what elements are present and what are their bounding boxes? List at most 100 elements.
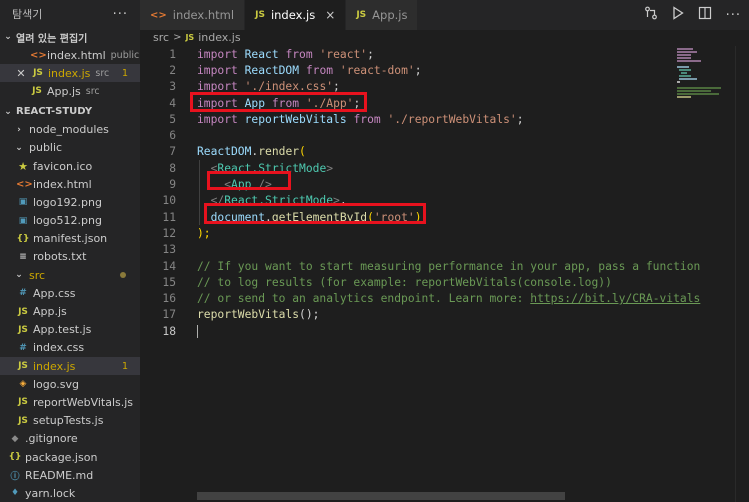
tree-label: node_modules [29, 123, 109, 137]
git-file-icon: ◆ [11, 433, 19, 444]
tree-file[interactable]: JS setupTests.js [0, 412, 140, 430]
html-file-icon: <> [16, 178, 33, 190]
code-line: 15 // to log results (for example: repor… [140, 274, 670, 290]
tree-label: robots.txt [33, 250, 87, 264]
tree-file[interactable]: ◈ logo.svg [0, 375, 140, 393]
line-number: 6 [169, 129, 176, 143]
tree-file[interactable]: {} package.json [0, 448, 140, 466]
minimap[interactable] [675, 46, 735, 146]
line-number: 5 [169, 112, 176, 126]
js-file-icon: JS [32, 86, 42, 97]
tree-file[interactable]: JS App.test.js [0, 321, 140, 339]
tree-label: favicon.ico [33, 159, 93, 173]
tree-label: yarn.lock [25, 486, 76, 500]
token: reportWebVitals [244, 112, 347, 126]
tree-folder[interactable]: ⌄ src [0, 266, 140, 284]
token: from [285, 47, 313, 61]
token: import [197, 47, 238, 61]
code-line: 7 ReactDOM.render( [140, 144, 670, 160]
problem-count-badge: 1 [121, 360, 128, 372]
tree-file[interactable]: ♦ yarn.lock [0, 484, 140, 502]
tree-label: App.css [33, 286, 76, 300]
open-changes-icon[interactable] [644, 6, 658, 24]
code-line: 16 // or send to an analytics endpoint. … [140, 290, 700, 306]
tree-file[interactable]: <> index.html [0, 175, 140, 193]
editor-actions: ··· [644, 0, 741, 30]
line-number: 11 [162, 210, 176, 224]
image-file-icon: ▣ [18, 197, 28, 208]
breadcrumb-file[interactable]: index.js [198, 31, 240, 44]
close-tab-icon[interactable]: × [325, 8, 335, 22]
breadcrumb-separator: > [173, 31, 182, 43]
tree-file[interactable]: ◆ .gitignore [0, 430, 140, 448]
tree-file[interactable]: # index.css [0, 339, 140, 357]
highlight-box-app-tag [207, 171, 291, 190]
line-number: 8 [169, 161, 176, 175]
token: ; [516, 112, 524, 126]
line-number: 18 [162, 324, 176, 338]
text-cursor [197, 324, 198, 338]
tree-folder[interactable]: ⌄ public [0, 139, 140, 157]
line-number: 14 [162, 259, 176, 273]
open-editor-item[interactable]: JS App.js src [0, 82, 140, 100]
css-file-icon: # [19, 342, 27, 353]
explorer-header: 탐색기 ··· [0, 0, 140, 28]
token: ); [197, 226, 211, 240]
tree-label: src [29, 268, 46, 282]
chevron-right-icon: › [17, 124, 21, 135]
line-number: 1 [169, 47, 176, 61]
js-file-icon: JS [356, 10, 367, 20]
css-file-icon: # [19, 288, 27, 299]
run-icon[interactable] [672, 6, 684, 24]
tree-file[interactable]: JS App.js [0, 302, 140, 320]
editor-area: <> index.html JS index.js × JS App.js ··… [140, 0, 749, 502]
tab-index-js[interactable]: JS index.js × [245, 0, 347, 30]
tree-file[interactable]: ▣ logo192.png [0, 193, 140, 211]
json-file-icon: {} [16, 233, 30, 244]
comment-link[interactable]: https://bit.ly/CRA-vitals [530, 292, 700, 305]
tree-file[interactable]: ≡ robots.txt [0, 248, 140, 266]
tree-file[interactable]: {} manifest.json [0, 230, 140, 248]
image-file-icon: ▣ [18, 215, 28, 226]
token: from [305, 63, 334, 77]
token: React [244, 47, 279, 61]
split-editor-icon[interactable] [698, 6, 712, 24]
tree-file[interactable]: ★ favicon.ico [0, 157, 140, 175]
line-number: 17 [162, 308, 176, 322]
tree-file[interactable]: ▣ logo512.png [0, 212, 140, 230]
comment: // or send to an analytics endpoint. Lea… [197, 292, 531, 306]
star-icon: ★ [18, 159, 28, 173]
close-icon[interactable]: ✕ [14, 67, 28, 80]
tree-file[interactable]: JS reportWebVitals.js [0, 393, 140, 411]
token: from [353, 112, 381, 126]
tab-label: index.html [172, 8, 235, 22]
tree-folder[interactable]: › node_modules [0, 121, 140, 139]
more-actions-icon[interactable]: ··· [113, 7, 128, 22]
vertical-scrollbar[interactable] [735, 46, 749, 502]
more-actions-icon[interactable]: ··· [726, 8, 741, 23]
line-number: 3 [169, 80, 176, 94]
js-file-icon: JS [18, 306, 28, 317]
code-editor[interactable]: 1 import React from 'react'; 2 import Re… [140, 46, 700, 502]
token: (); [299, 308, 320, 322]
chevron-down-icon: ⌄ [4, 106, 12, 117]
horizontal-scrollbar[interactable] [197, 492, 565, 500]
breadcrumb-folder[interactable]: src [153, 31, 169, 44]
tab-app-js[interactable]: JS App.js [346, 0, 419, 30]
open-editor-item[interactable]: ✕ JS index.js src 1 [0, 64, 140, 83]
token: 'react' [319, 47, 368, 61]
project-section[interactable]: ⌄ REACT-STUDY [0, 103, 140, 121]
line-number: 13 [162, 243, 176, 257]
yarn-file-icon: ♦ [10, 488, 20, 499]
open-editors-section[interactable]: ⌄ 열려 있는 편집기 [0, 28, 140, 46]
html-file-icon: <> [30, 49, 47, 61]
open-editor-path: public [110, 49, 140, 61]
tree-file[interactable]: JS index.js 1 [0, 357, 140, 376]
tab-index-html[interactable]: <> index.html [140, 0, 246, 30]
highlight-box-import-app [190, 92, 367, 112]
token: ReactDOM [244, 63, 300, 77]
tree-label: reportWebVitals.js [33, 395, 134, 409]
tree-file[interactable]: # App.css [0, 284, 140, 302]
open-editor-item[interactable]: <> index.html public [0, 46, 140, 64]
tree-file[interactable]: ⓘ README.md [0, 466, 140, 484]
